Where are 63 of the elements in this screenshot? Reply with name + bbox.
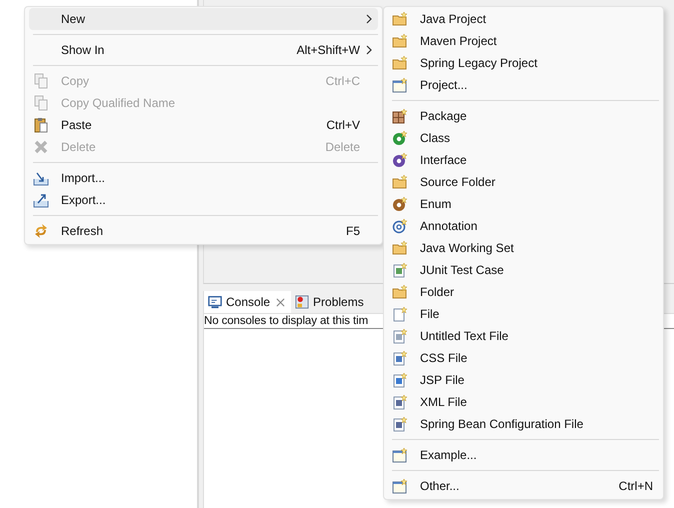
folder-icon [392,240,408,256]
menu-item[interactable]: Export... [29,189,378,211]
document-icon [392,328,408,344]
shortcut-text: Ctrl+N [618,479,653,493]
menu-item[interactable]: Class [388,127,659,149]
view-tab[interactable]: Problems [291,291,370,313]
shortcut-text: Ctrl+C [326,74,360,88]
menu-item[interactable]: Package [388,105,659,127]
document-icon [392,394,408,410]
close-icon [33,139,49,155]
menu-item[interactable]: Spring Legacy Project [388,52,659,74]
window-icon [392,77,408,93]
shortcut-text: F5 [346,224,360,238]
document-icon [392,372,408,388]
copy-icon [33,95,49,111]
folder-icon [392,11,408,27]
clipboard-icon [33,117,49,133]
menu-item[interactable]: Java Project [388,8,659,30]
folder-icon [392,33,408,49]
refresh-icon [33,223,49,239]
document-icon [392,350,408,366]
menu-item[interactable]: XML File [388,391,659,413]
report-icon [295,295,310,309]
shortcut-text: Ctrl+V [326,118,360,132]
menu-item[interactable]: Other... Ctrl+N [388,475,659,497]
circle-icon [392,152,408,168]
close-icon[interactable] [276,298,286,306]
menu-item[interactable]: JUnit Test Case [388,259,659,281]
menu-item[interactable]: Paste Ctrl+V [29,114,378,136]
menu-item[interactable]: Import... [29,167,378,189]
menu-item[interactable]: Show In Alt+Shift+W [29,39,378,61]
circle-icon [392,130,408,146]
menu-item[interactable]: Annotation [388,215,659,237]
menu-item[interactable]: Refresh F5 [29,220,378,242]
monitor-icon [208,295,222,309]
menu-item[interactable]: CSS File [388,347,659,369]
folder-icon [392,174,408,190]
menu-item[interactable]: Interface [388,149,659,171]
document-icon [392,262,408,278]
menu-item[interactable]: Folder [388,281,659,303]
shortcut-text: Delete [325,140,360,154]
window-icon [392,447,408,463]
export-icon [33,192,49,208]
copy-icon [33,73,49,89]
menu-item[interactable]: Source Folder [388,171,659,193]
menu-item[interactable]: Enum [388,193,659,215]
package-icon [392,108,408,124]
menu-item[interactable]: Example... [388,444,659,466]
import-icon [33,170,49,186]
menu-item[interactable]: Java Working Set [388,237,659,259]
document-icon [392,416,408,432]
document-icon [392,306,408,322]
window-icon [392,478,408,494]
circle-icon [392,196,408,212]
folder-icon [392,55,408,71]
menu-item[interactable]: Maven Project [388,30,659,52]
shortcut-text: Alt+Shift+W [296,43,360,57]
menu-item[interactable]: New [29,8,378,30]
menu-item[interactable]: JSP File [388,369,659,391]
menu-item[interactable]: Project... [388,74,659,96]
view-tab[interactable]: Console [204,291,292,313]
menu-item[interactable]: Spring Bean Configuration File [388,413,659,435]
folder-icon [392,284,408,300]
